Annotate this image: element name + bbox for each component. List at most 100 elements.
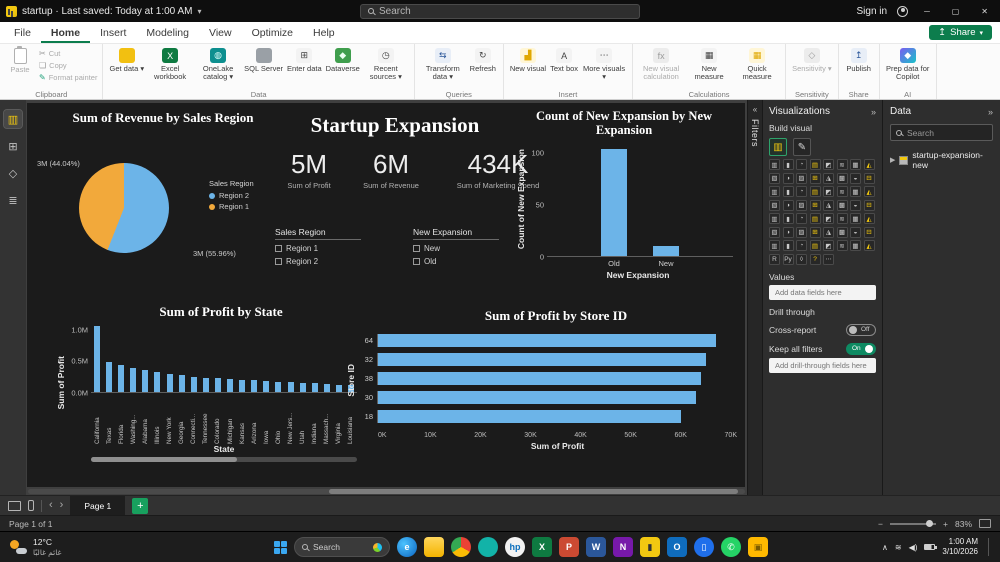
zoom-out-button[interactable]: − (878, 519, 883, 529)
menu-tab-view[interactable]: View (199, 24, 242, 43)
viz-type-icon[interactable]: ▨ (796, 226, 807, 238)
teams-chat-icon[interactable] (478, 537, 498, 557)
bar-iowa[interactable] (263, 380, 270, 392)
dashboard-heading[interactable]: Startup Expansion (267, 113, 523, 138)
viz-type-icon[interactable]: ▩ (836, 226, 848, 238)
column-old[interactable] (601, 149, 627, 256)
power-bi-icon[interactable]: ▮ (640, 537, 660, 557)
clock[interactable]: 1:00 AM 3/10/2026 (942, 537, 978, 558)
bar-illinois[interactable] (154, 372, 161, 392)
viz-type-icon[interactable]: ▥ (769, 186, 780, 197)
expand-filters-icon[interactable]: « (753, 105, 757, 114)
menu-tab-file[interactable]: File (4, 24, 41, 43)
bar-california[interactable] (94, 325, 100, 392)
viz-type-icon[interactable]: ⊞ (809, 172, 821, 184)
viz-type-icon[interactable]: ▩ (836, 199, 848, 211)
menu-tab-insert[interactable]: Insert (90, 24, 136, 43)
viz-type-icon[interactable]: ◑ (782, 226, 794, 238)
dax-query-view-button[interactable]: ≣ (4, 191, 22, 209)
viz-type-icon[interactable]: ▧ (769, 199, 780, 211)
menu-tab-modeling[interactable]: Modeling (136, 24, 199, 43)
viz-type-icon[interactable]: ◒ (850, 226, 861, 238)
expand-chevron-icon[interactable]: ▶ (890, 156, 895, 164)
data-search-input[interactable]: Search (890, 124, 993, 141)
phone-link-icon[interactable]: ▯ (694, 537, 714, 557)
visual-revenue-by-region-pie[interactable]: Sum of Revenue by Sales Region 3M (44.04… (37, 109, 289, 301)
sensitivity-button[interactable]: ◇ Sensitivity ▾ (791, 47, 833, 74)
viz-type-icon[interactable]: ▤ (809, 213, 821, 224)
titlebar-search[interactable]: Search (360, 3, 640, 19)
viz-type-icon[interactable]: ▤ (809, 159, 821, 170)
filters-pane-collapsed[interactable]: « Filters (747, 100, 762, 495)
viz-type-icon[interactable]: R (769, 253, 780, 265)
viz-type-icon[interactable]: ◔ (796, 213, 807, 224)
bar-alabama[interactable] (142, 370, 149, 392)
chrome-icon[interactable] (451, 537, 471, 557)
viz-type-icon[interactable]: ⊞ (809, 199, 821, 211)
new-visual-calculation-button[interactable]: fx New visual calculation (638, 47, 684, 83)
viz-type-icon[interactable]: ▤ (809, 186, 821, 197)
viz-type-icon[interactable]: ⊟ (863, 172, 875, 184)
viz-type-icon[interactable]: ? (809, 253, 821, 265)
edge-icon[interactable]: e (397, 537, 417, 557)
new-measure-button[interactable]: ▦ New measure (686, 47, 732, 83)
quick-measure-button[interactable]: ▦ Quick measure (734, 47, 780, 83)
hp-icon[interactable]: hp (505, 537, 525, 557)
viz-type-icon[interactable]: ◔ (796, 186, 807, 197)
viz-type-icon[interactable]: ▮ (782, 186, 794, 197)
add-drill-through-fields-well[interactable]: Add drill-through fields here (769, 357, 876, 373)
viz-type-icon[interactable]: ◩ (823, 213, 834, 224)
viz-type-icon[interactable]: ▨ (796, 172, 807, 184)
semantic-model-item[interactable]: ▶ startup-expansion-new (890, 150, 993, 170)
prep-data-for-copilot-button[interactable]: ◆ Prep data for Copilot (885, 47, 931, 83)
viz-type-icon[interactable]: ◮ (823, 199, 834, 211)
viz-type-icon[interactable]: ◊ (796, 253, 807, 265)
bar-colorado[interactable] (214, 378, 221, 392)
start-button[interactable] (274, 540, 287, 554)
viz-type-icon[interactable]: ◩ (823, 186, 834, 197)
viz-type-icon[interactable]: ◑ (782, 172, 794, 184)
bar-tennessee[interactable] (202, 377, 209, 392)
bar-michigan[interactable] (227, 379, 234, 392)
canvas-horizontal-scrollbar[interactable] (28, 489, 745, 494)
account-icon[interactable] (897, 5, 909, 17)
build-visual-icon[interactable]: ▥ (769, 138, 787, 156)
bar-store-38[interactable] (378, 371, 702, 385)
viz-type-icon[interactable]: ◭ (863, 159, 875, 170)
publish-button[interactable]: ↥ Publish (844, 47, 874, 74)
menu-tab-home[interactable]: Home (41, 24, 90, 43)
text-box-button[interactable]: A Text box (549, 47, 579, 74)
recent-sources-button[interactable]: ◷ Recent sources ▾ (363, 47, 409, 83)
viz-type-icon[interactable]: ◩ (823, 240, 834, 251)
onenote-icon[interactable]: N (613, 537, 633, 557)
cross-report-toggle[interactable]: Off (846, 323, 876, 336)
viz-type-icon[interactable]: ▮ (782, 213, 794, 224)
slicer-option-new[interactable]: New (413, 244, 499, 253)
bar-store-18[interactable] (378, 409, 681, 423)
battery-icon[interactable] (924, 544, 937, 550)
checkbox[interactable] (413, 245, 420, 252)
bar-utah[interactable] (299, 382, 306, 392)
taskbar-search[interactable]: Search (294, 537, 390, 557)
viz-type-icon[interactable]: ▦ (850, 213, 861, 224)
viz-type-icon[interactable]: ◭ (863, 213, 875, 224)
bar-kansas[interactable] (239, 379, 246, 392)
bar-store-64[interactable] (378, 333, 717, 347)
maximize-button[interactable]: ▢ (946, 7, 966, 16)
next-page-arrow[interactable]: › (60, 500, 64, 511)
scrollbar-thumb[interactable] (91, 456, 238, 462)
viz-type-icon[interactable]: ▤ (809, 240, 821, 251)
bar-store-32[interactable] (378, 352, 707, 366)
viz-type-icon[interactable]: ◩ (823, 159, 834, 170)
bar-virginia[interactable] (335, 384, 342, 392)
viz-type-icon[interactable]: ⊟ (863, 226, 875, 238)
files-yellow-icon[interactable]: ▣ (748, 537, 768, 557)
close-button[interactable]: ✕ (975, 7, 994, 16)
more-visuals-button[interactable]: ⋯ More visuals ▾ (581, 47, 627, 83)
viz-type-icon[interactable]: ◭ (863, 240, 875, 251)
network-icon[interactable]: ≋ (895, 543, 902, 552)
report-canvas[interactable]: Sum of Revenue by Sales Region 3M (44.04… (27, 103, 745, 487)
bar-new-jers-[interactable] (287, 382, 294, 392)
column-new[interactable] (653, 245, 679, 256)
show-desktop-button[interactable] (987, 538, 990, 556)
